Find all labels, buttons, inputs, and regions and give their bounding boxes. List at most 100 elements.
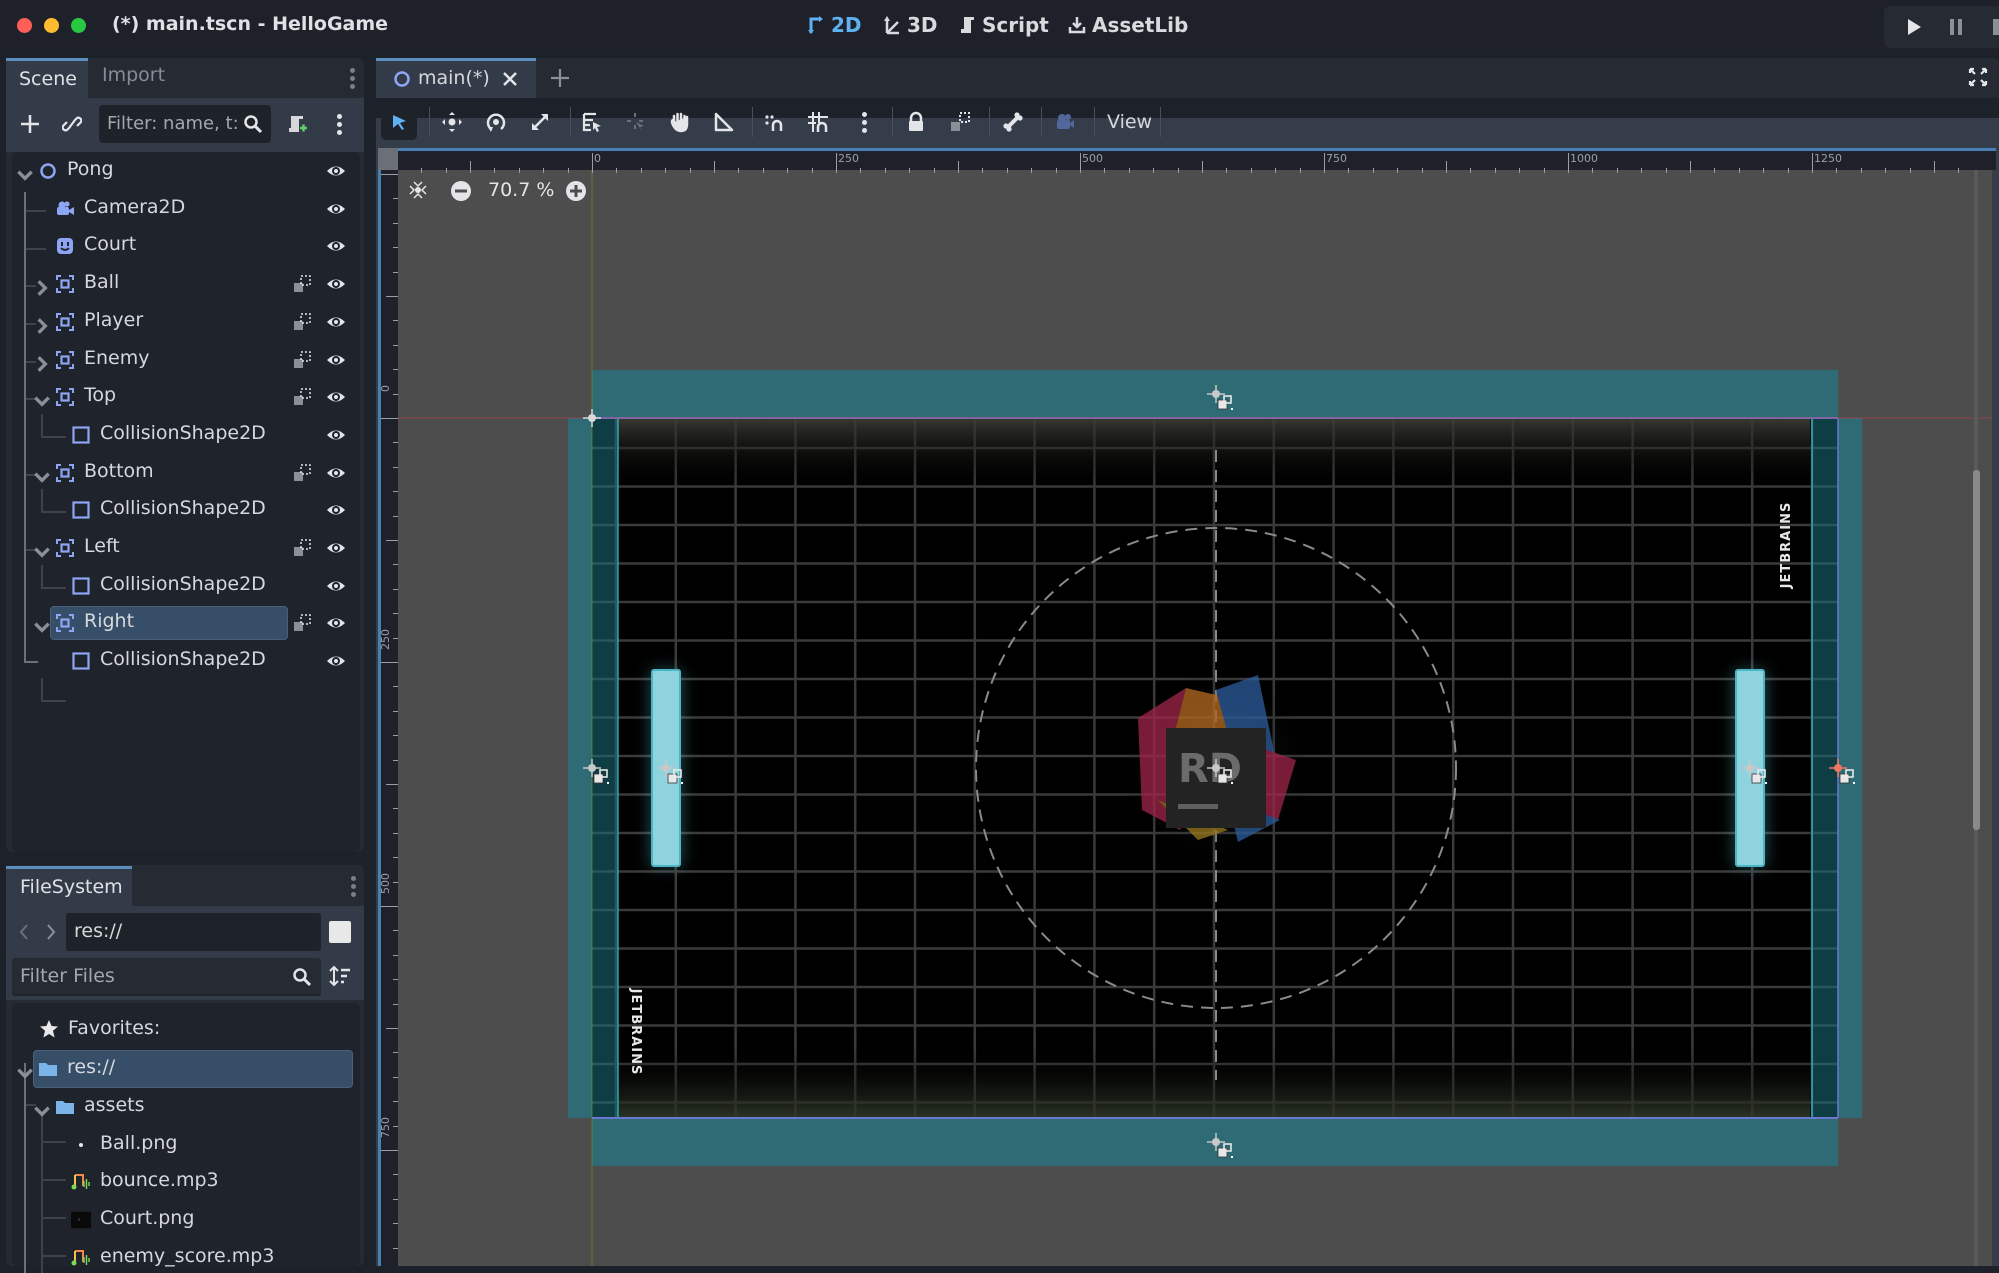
close-window-button[interactable] bbox=[17, 18, 32, 33]
chevron-down-icon[interactable] bbox=[32, 1101, 52, 1121]
chevron-down-icon[interactable] bbox=[32, 467, 52, 487]
pivot-mode-button[interactable] bbox=[618, 104, 654, 140]
visibility-eye-icon[interactable] bbox=[326, 387, 346, 407]
file-tree-item[interactable]: bounce.mp3 bbox=[12, 1163, 342, 1197]
workspace-3d-button[interactable]: 3D bbox=[883, 13, 938, 37]
scene-tree-item[interactable]: CollisionShape2D bbox=[12, 643, 360, 677]
chevron-right-icon[interactable] bbox=[32, 278, 52, 298]
chevron-right-icon[interactable] bbox=[32, 316, 52, 336]
tab-scene[interactable]: Scene bbox=[6, 58, 88, 98]
list-select-button[interactable] bbox=[574, 104, 610, 140]
group-selected-icon[interactable] bbox=[292, 387, 312, 407]
visibility-eye-icon[interactable] bbox=[326, 274, 346, 294]
chevron-down-icon[interactable] bbox=[32, 542, 52, 562]
horizontal-ruler[interactable]: 0 250 500 750 1000 1250 bbox=[378, 148, 1996, 173]
file-tree-item[interactable]: assets bbox=[12, 1088, 342, 1122]
file-tree-item[interactable]: enemy_score.mp3 bbox=[12, 1239, 342, 1273]
close-tab-icon[interactable] bbox=[502, 71, 518, 87]
group-selected-icon[interactable] bbox=[292, 274, 312, 294]
attach-script-icon[interactable] bbox=[286, 113, 308, 135]
group-selected-icon[interactable] bbox=[292, 613, 312, 633]
scene-filter-input[interactable]: Filter: name, t: bbox=[99, 105, 271, 143]
chevron-right-icon[interactable] bbox=[32, 354, 52, 374]
scene-tree-item[interactable]: Top bbox=[12, 379, 360, 413]
snap-options-icon[interactable] bbox=[862, 112, 868, 133]
smart-snap-button[interactable] bbox=[756, 104, 792, 140]
lock-button[interactable] bbox=[898, 104, 934, 140]
zoom-window-button[interactable] bbox=[71, 18, 86, 33]
visibility-eye-icon[interactable] bbox=[326, 538, 346, 558]
group-selected-icon[interactable] bbox=[292, 312, 312, 332]
visibility-eye-icon[interactable] bbox=[326, 425, 346, 445]
camera-override-button[interactable] bbox=[1047, 104, 1083, 140]
ruler-mode-button[interactable] bbox=[706, 104, 742, 140]
file-tree-item[interactable]: Ball.png bbox=[12, 1126, 342, 1160]
pause-icon[interactable] bbox=[1949, 18, 1963, 36]
group-selected-icon[interactable] bbox=[292, 538, 312, 558]
filter-files-input[interactable]: Filter Files bbox=[12, 958, 321, 996]
workspace-2d-button[interactable]: 2D bbox=[807, 13, 862, 37]
visibility-eye-icon[interactable] bbox=[326, 613, 346, 633]
visibility-eye-icon[interactable] bbox=[326, 576, 346, 596]
zoom-in-icon[interactable] bbox=[565, 180, 587, 202]
tab-import[interactable]: Import bbox=[102, 64, 165, 86]
play-icon[interactable] bbox=[1906, 18, 1922, 36]
favorites-row[interactable]: Favorites: bbox=[12, 1012, 342, 1046]
tab-filesystem[interactable]: FileSystem bbox=[6, 866, 132, 906]
workspace-script-button[interactable]: Script bbox=[960, 13, 1049, 37]
add-scene-tab-icon[interactable] bbox=[549, 67, 571, 89]
group-selected-icon[interactable] bbox=[292, 463, 312, 483]
tab-main-scene[interactable]: main(*) bbox=[376, 58, 536, 98]
2d-viewport-canvas[interactable]: RD JETBRAINS JETBRAINS 70.7 % bbox=[398, 170, 1992, 1266]
file-tree-item[interactable]: res:// bbox=[12, 1050, 353, 1088]
chevron-down-icon[interactable] bbox=[15, 1063, 35, 1083]
group-selected-icon[interactable] bbox=[292, 350, 312, 370]
chevron-down-icon[interactable] bbox=[15, 165, 35, 185]
scene-tree-item[interactable]: Player bbox=[12, 304, 360, 338]
skeleton-button[interactable] bbox=[995, 104, 1031, 140]
forward-icon[interactable] bbox=[45, 922, 57, 942]
visibility-eye-icon[interactable] bbox=[326, 463, 346, 483]
scene-tree-item[interactable]: Court bbox=[12, 228, 360, 262]
rotate-mode-button[interactable] bbox=[478, 104, 514, 140]
add-node-icon[interactable] bbox=[19, 113, 41, 135]
filesystem-menu-icon[interactable] bbox=[351, 876, 357, 897]
group-button[interactable] bbox=[942, 104, 978, 140]
scene-tree-item[interactable]: Camera2D bbox=[12, 191, 360, 225]
workspace-assetlib-button[interactable]: AssetLib bbox=[1068, 13, 1188, 37]
scene-tree-item[interactable]: CollisionShape2D bbox=[12, 492, 360, 526]
file-tree-item[interactable]: Court.png bbox=[12, 1201, 342, 1235]
chevron-down-icon[interactable] bbox=[32, 391, 52, 411]
visibility-eye-icon[interactable] bbox=[326, 500, 346, 520]
back-icon[interactable] bbox=[18, 922, 30, 942]
toggle-split-mode-button[interactable] bbox=[329, 921, 351, 943]
scene-dock-menu-icon[interactable] bbox=[350, 68, 356, 89]
scene-tree-item[interactable]: Ball bbox=[12, 266, 360, 300]
distraction-free-icon[interactable] bbox=[1968, 67, 1988, 87]
scene-tree-item[interactable]: CollisionShape2D bbox=[12, 568, 360, 602]
scene-tree-item[interactable]: Pong bbox=[12, 153, 360, 187]
center-view-icon[interactable] bbox=[408, 180, 428, 200]
scene-tree-item[interactable]: Left bbox=[12, 530, 360, 564]
scene-tree-item[interactable]: CollisionShape2D bbox=[12, 417, 360, 451]
path-input[interactable]: res:// bbox=[66, 913, 321, 951]
minimize-window-button[interactable] bbox=[44, 18, 59, 33]
visibility-eye-icon[interactable] bbox=[326, 236, 346, 256]
scene-tree-item[interactable]: Bottom bbox=[12, 455, 360, 489]
visibility-eye-icon[interactable] bbox=[326, 161, 346, 181]
visibility-eye-icon[interactable] bbox=[326, 312, 346, 332]
visibility-eye-icon[interactable] bbox=[326, 651, 346, 671]
select-mode-button[interactable] bbox=[381, 104, 417, 140]
visibility-eye-icon[interactable] bbox=[326, 199, 346, 219]
move-mode-button[interactable] bbox=[434, 104, 470, 140]
scene-tree-item[interactable]: Right bbox=[12, 605, 360, 641]
visibility-eye-icon[interactable] bbox=[326, 350, 346, 370]
zoom-level[interactable]: 70.7 % bbox=[488, 179, 554, 201]
stop-icon[interactable] bbox=[1992, 18, 1999, 36]
scene-more-icon[interactable] bbox=[337, 114, 343, 135]
vertical-ruler[interactable]: 0 250 500 750 bbox=[378, 148, 398, 1266]
grid-snap-button[interactable] bbox=[800, 104, 836, 140]
scale-mode-button[interactable] bbox=[522, 104, 558, 140]
scene-tree-item[interactable]: Enemy bbox=[12, 342, 360, 376]
zoom-out-icon[interactable] bbox=[450, 180, 472, 202]
